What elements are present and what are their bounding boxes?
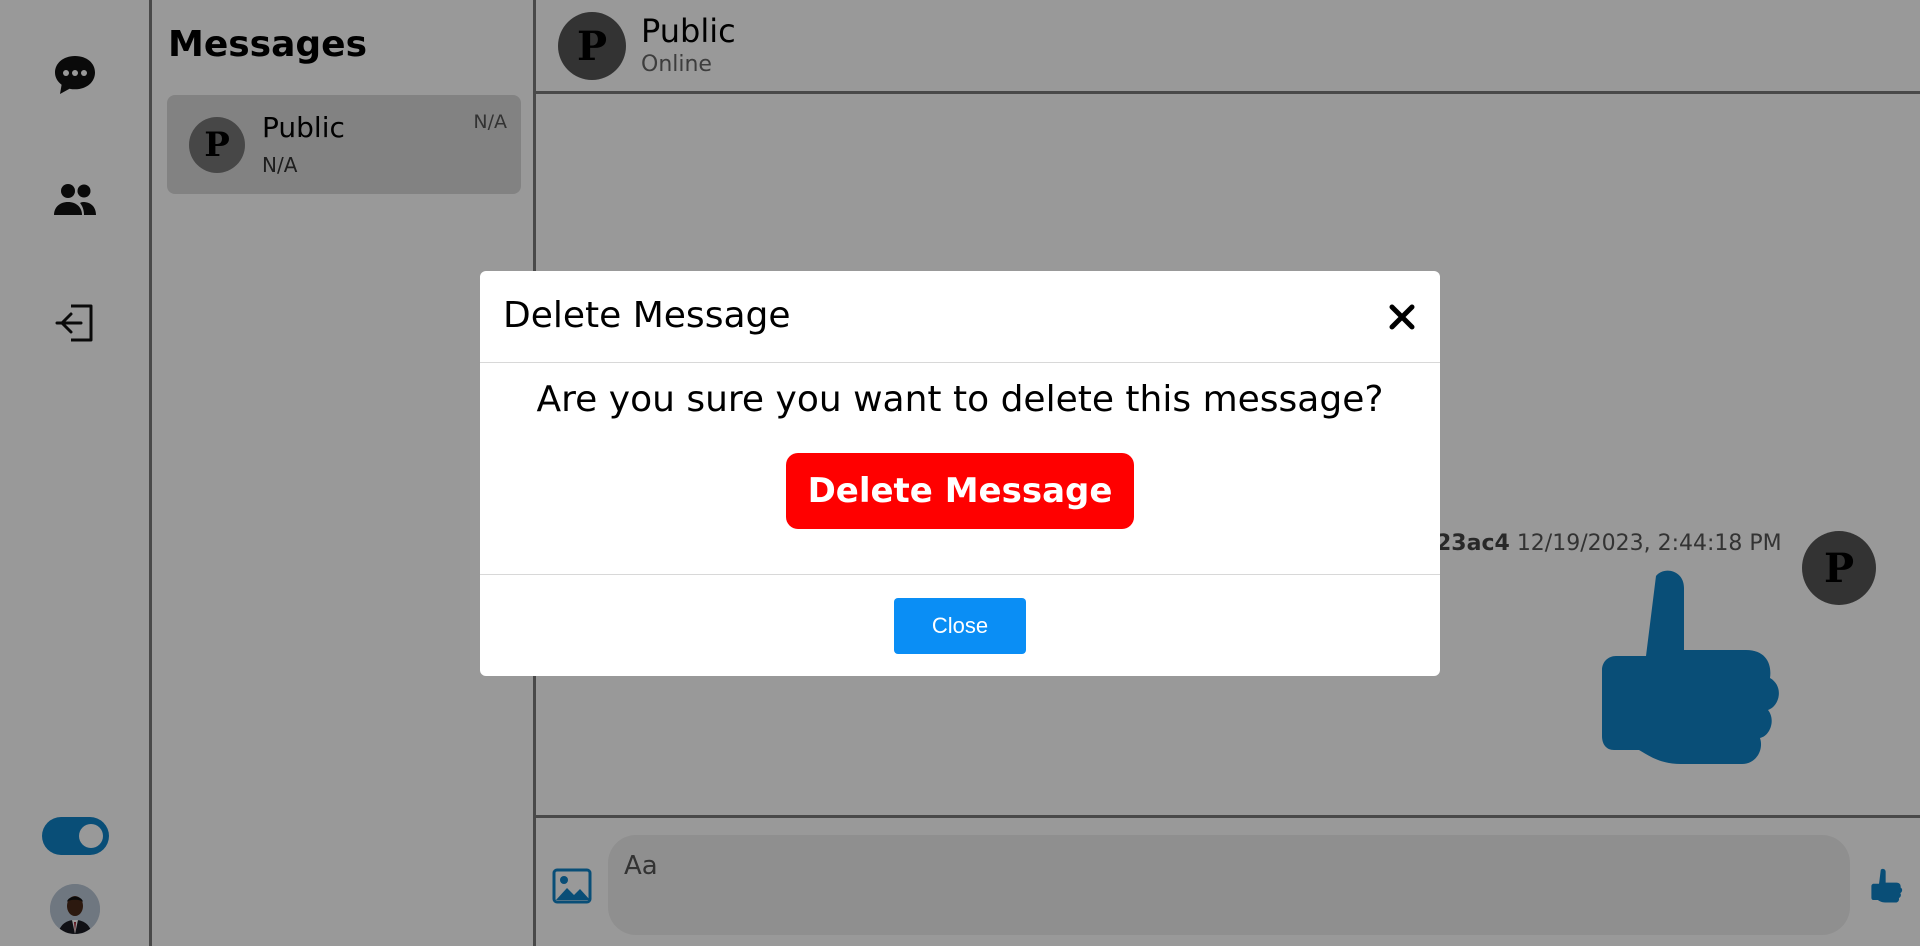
close-button[interactable]: Close [894, 598, 1026, 654]
modal-question: Are you sure you want to delete this mes… [536, 379, 1384, 420]
delete-message-modal: Delete Message Are you sure you want to … [480, 271, 1440, 676]
close-icon[interactable] [1384, 299, 1420, 335]
delete-message-button[interactable]: Delete Message [786, 453, 1134, 529]
modal-header: Delete Message [480, 271, 1440, 363]
modal-title: Delete Message [503, 295, 791, 336]
modal-footer: Close [480, 574, 1440, 676]
